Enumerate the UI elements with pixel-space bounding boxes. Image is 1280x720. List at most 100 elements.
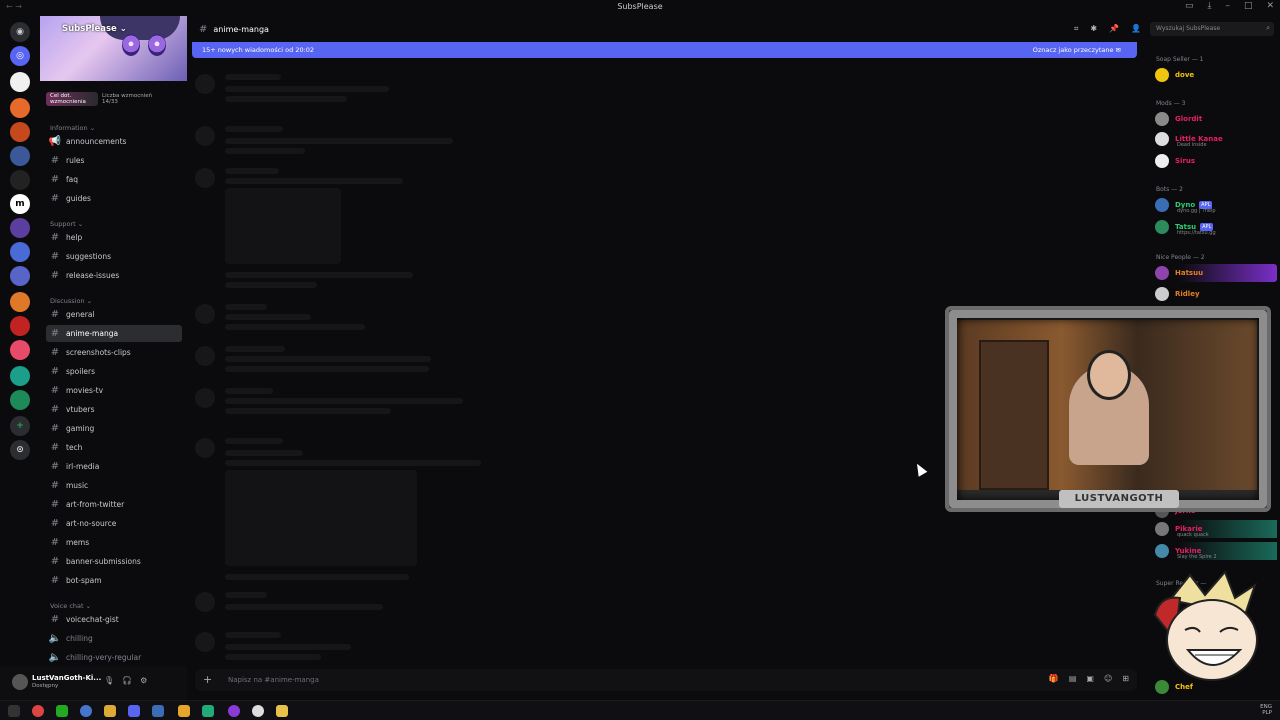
title-bar: ← → SubsPlease ▭ ⤓ – □ ✕ — [0, 0, 1280, 16]
server-icon[interactable] — [10, 292, 30, 312]
server-icon[interactable] — [10, 316, 30, 336]
member-item[interactable]: Little Kanae Dead inside — [1155, 130, 1277, 148]
inbox-icon[interactable]: ▭ — [1185, 1, 1194, 11]
gear-icon[interactable]: ⚙ — [140, 676, 147, 685]
category-support[interactable]: Support ⌄ — [50, 220, 83, 228]
download-icon[interactable]: ⤓ — [1207, 1, 1211, 11]
server-icon[interactable] — [10, 340, 30, 360]
channel-help[interactable]: # help — [46, 229, 182, 246]
voice-channel-chilling[interactable]: 🔈 chilling — [46, 630, 182, 647]
server-icon[interactable] — [10, 366, 30, 386]
threads-icon[interactable]: ⌗ — [1074, 24, 1079, 34]
browser-icon[interactable] — [32, 705, 44, 717]
app-icon[interactable] — [202, 705, 214, 717]
channel-music[interactable]: # music — [46, 477, 182, 494]
message-composer[interactable]: + Napisz na #anime-manga 🎁 ▤ ▣ ☺ ⊞ — [195, 669, 1137, 691]
category-voice[interactable]: Voice chat ⌄ — [50, 602, 91, 610]
maximize-icon[interactable]: □ — [1244, 1, 1253, 11]
server-icon[interactable] — [10, 146, 30, 166]
category-information[interactable]: Information ⌄ — [50, 124, 95, 132]
search-input[interactable]: Wyszukaj SubsPlease ⌕ — [1150, 22, 1274, 36]
server-icon[interactable] — [10, 72, 30, 92]
server-icon[interactable] — [10, 170, 30, 190]
microphone-icon[interactable]: 🎙 — [104, 676, 114, 685]
system-tray[interactable]: ENG PLP — [1260, 704, 1272, 716]
channel-irl-media[interactable]: # irl-media — [46, 458, 182, 475]
app-icon[interactable] — [252, 705, 264, 717]
server-icon[interactable]: ◎ — [10, 46, 30, 66]
channel-spoilers[interactable]: # spoilers — [46, 363, 182, 380]
start-icon[interactable] — [8, 705, 20, 717]
member-item[interactable]: Sirus — [1155, 152, 1277, 170]
channel-vtubers[interactable]: # vtubers — [46, 401, 182, 418]
avatar[interactable] — [12, 674, 28, 690]
close-icon[interactable]: ✕ — [1266, 1, 1274, 11]
mark-read-button[interactable]: Oznacz jako przeczytane ✉ — [1033, 46, 1121, 54]
app-icon[interactable] — [152, 705, 164, 717]
discord-home-icon[interactable]: ◉ — [10, 22, 30, 42]
server-name[interactable]: SubsPlease ⌄ — [62, 24, 127, 34]
app-icon[interactable] — [228, 705, 240, 717]
gift-icon[interactable]: 🎁 — [1049, 674, 1059, 683]
username[interactable]: LustVanGoth-Ki... — [32, 674, 101, 682]
channel-guides[interactable]: # guides — [46, 190, 182, 207]
server-icon[interactable] — [10, 122, 30, 142]
server-icon[interactable] — [10, 390, 30, 410]
sticker-icon[interactable]: ▣ — [1086, 674, 1094, 683]
headphones-icon[interactable]: 🎧 — [122, 676, 132, 685]
channel-art-no-source[interactable]: # art-no-source — [46, 515, 182, 532]
channel-mems[interactable]: # mems — [46, 534, 182, 551]
channel-announcements[interactable]: 📢 announcements — [46, 133, 182, 150]
channel-banner-submissions[interactable]: # banner-submissions — [46, 553, 182, 570]
app-icon[interactable] — [178, 705, 190, 717]
category-label: Information — [50, 124, 88, 132]
member-item[interactable]: dove — [1155, 66, 1277, 84]
channel-suggestions[interactable]: # suggestions — [46, 248, 182, 265]
discover-icon[interactable]: ⊙ — [10, 440, 30, 460]
voice-channel-chilling-very-regular[interactable]: 🔈 chilling-very-regular — [46, 649, 182, 666]
channel-label: vtubers — [66, 405, 95, 414]
member-item[interactable]: Glordit — [1155, 110, 1277, 128]
server-icon[interactable] — [10, 242, 30, 262]
new-messages-bar[interactable]: 15+ nowych wiadomości od 20:02 Oznacz ja… — [192, 42, 1137, 58]
channel-movies-tv[interactable]: # movies-tv — [46, 382, 182, 399]
server-icon[interactable] — [10, 98, 30, 118]
attach-button[interactable]: + — [203, 673, 212, 686]
members-icon[interactable]: 👤 — [1131, 24, 1141, 34]
minimize-icon[interactable]: – — [1225, 1, 1230, 11]
server-icon[interactable] — [10, 266, 30, 286]
channel-voicechat-gist[interactable]: # voicechat-gist — [46, 611, 182, 628]
channel-release-issues[interactable]: # release-issues — [46, 267, 182, 284]
channel-anime-manga[interactable]: # anime-manga — [46, 325, 182, 342]
channel-tech[interactable]: # tech — [46, 439, 182, 456]
member-item[interactable]: Ridley — [1155, 285, 1277, 303]
channel-screenshots-clips[interactable]: # screenshots-clips — [46, 344, 182, 361]
gif-icon[interactable]: ▤ — [1069, 674, 1077, 683]
category-discussion[interactable]: Discussion ⌄ — [50, 297, 92, 305]
member-item[interactable]: Pikarie quack quack — [1155, 520, 1277, 538]
channel-general[interactable]: # general — [46, 306, 182, 323]
channel-bot-spam[interactable]: # bot-spam — [46, 572, 182, 589]
folder-icon[interactable] — [276, 705, 288, 717]
boost-progress[interactable]: Cel dot. wzmocnienia Liczba wzmocnień 14/… — [46, 88, 182, 110]
emoji-icon[interactable]: ☺ — [1104, 674, 1112, 683]
channel-gaming[interactable]: # gaming — [46, 420, 182, 437]
apps-icon[interactable]: ⊞ — [1122, 674, 1129, 683]
add-server-icon[interactable]: + — [10, 416, 30, 436]
app-icon[interactable] — [104, 705, 116, 717]
pin-icon[interactable]: 📌 — [1109, 24, 1119, 34]
channel-art-from-twitter[interactable]: # art-from-twitter — [46, 496, 182, 513]
notifications-icon[interactable]: ✱ — [1090, 24, 1097, 34]
discord-taskbar-icon[interactable] — [128, 705, 140, 717]
server-icon[interactable] — [10, 218, 30, 238]
member-item[interactable]: Yukine Slay the Spire 2 — [1155, 542, 1277, 560]
member-item[interactable]: Tatsu APL https://tatsu.gg — [1155, 218, 1277, 236]
member-item[interactable]: Hatsuu — [1155, 264, 1277, 282]
channel-faq[interactable]: # faq — [46, 171, 182, 188]
member-item[interactable]: Dyno APL dyno.gg | ?help — [1155, 196, 1277, 214]
search-placeholder: Wyszukaj SubsPlease — [1156, 25, 1221, 32]
channel-rules[interactable]: # rules — [46, 152, 182, 169]
app-icon[interactable] — [56, 705, 68, 717]
app-icon[interactable] — [80, 705, 92, 717]
server-icon[interactable]: m — [10, 194, 30, 214]
